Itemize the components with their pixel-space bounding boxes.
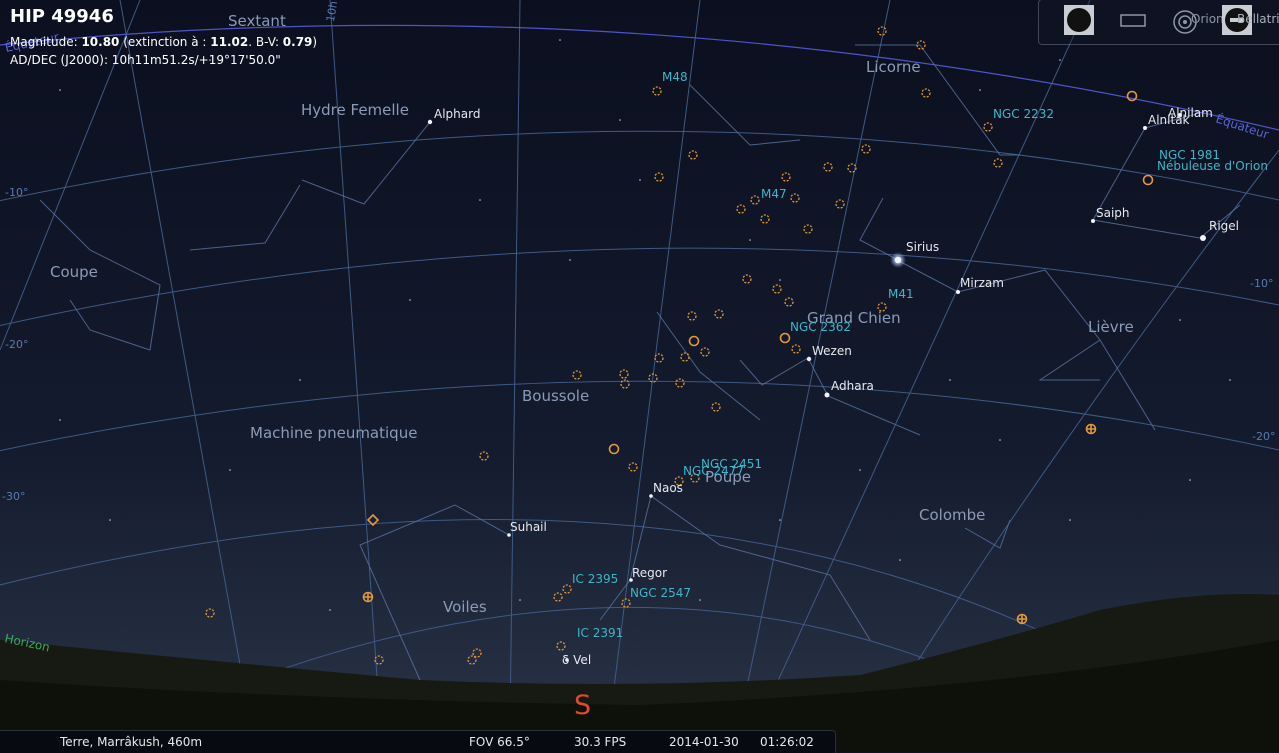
- date-text[interactable]: 2014-01-30: [669, 735, 739, 749]
- constellation-coupe: Coupe: [50, 263, 98, 281]
- sky-view[interactable]: 10h -10° -20° -30° -10° -20° Équateur Éq…: [0, 0, 1279, 752]
- star-adhara: Adhara: [831, 379, 874, 393]
- rectangle-icon: [1120, 14, 1146, 27]
- dso-m48: M48: [662, 70, 688, 84]
- dso-ngc2232: NGC 2232: [993, 107, 1054, 121]
- constellation-colombe: Colombe: [919, 506, 985, 524]
- magnitude-value: 10.80: [81, 35, 120, 49]
- star-delta-vel: δ Vel: [562, 653, 591, 667]
- star-suhail: Suhail: [510, 520, 547, 534]
- top-right-toolbar: Orion Bellatri: [1038, 0, 1279, 45]
- planet-toggle-button[interactable]: [1063, 4, 1095, 36]
- dec-label-left-20: -20°: [5, 338, 28, 351]
- star-wezen: Wezen: [812, 344, 852, 358]
- star-alnitak: Alnitak: [1148, 113, 1190, 127]
- dso-m47: M47: [761, 187, 787, 201]
- ground-toggle-button[interactable]: [1117, 4, 1149, 36]
- star-mirzam: Mirzam: [960, 276, 1004, 290]
- dso-ngc2547: NGC 2547: [630, 586, 691, 600]
- dso-ic2395: IC 2395: [572, 572, 618, 586]
- dso-ngc2362: NGC 2362: [790, 320, 851, 334]
- status-bar: Terre, Marrâkush, 460m FOV 66.5° 30.3 FP…: [0, 730, 836, 753]
- dec-label-left-30: -30°: [2, 490, 25, 503]
- toolbar-label-bellatrix: Bellatri: [1237, 12, 1279, 26]
- fps-text: 30.3 FPS: [574, 735, 627, 749]
- constellation-licorne: Licorne: [866, 58, 921, 76]
- constellation-machine-pneumatique: Machine pneumatique: [250, 424, 417, 442]
- extinction-label: (extinction à :: [119, 35, 211, 49]
- bv-label: . B-V:: [248, 35, 283, 49]
- constellation-lievre: Lièvre: [1088, 318, 1134, 336]
- magnitude-label: Magnitude:: [10, 35, 82, 49]
- toolbar-label-orion: Orion: [1191, 12, 1224, 26]
- dso-orion-nebula: Nébuleuse d'Orion: [1157, 159, 1268, 173]
- star-rigel: Rigel: [1209, 219, 1239, 233]
- location-text[interactable]: Terre, Marrâkush, 460m: [60, 735, 202, 749]
- dark-disc-icon: [1064, 5, 1094, 35]
- star-saiph: Saiph: [1096, 206, 1130, 220]
- star-sirius: Sirius: [906, 240, 939, 254]
- radec-line: AD/DEC (J2000): 10h11m51.2s/+19°17'50.0": [10, 53, 281, 67]
- extinction-value: 11.02: [210, 35, 249, 49]
- object-info-panel: HIP 49946 Magnitude: 10.80 (extinction à…: [10, 6, 317, 69]
- cardinal-south: S: [574, 690, 592, 721]
- magnitude-line: Magnitude: 10.80 (extinction à : 11.02. …: [10, 33, 317, 51]
- star-alphard: Alphard: [434, 107, 480, 121]
- time-text[interactable]: 01:26:02: [760, 735, 814, 749]
- dec-label-right-10: -10°: [1250, 277, 1273, 290]
- constellation-hydre-femelle: Hydre Femelle: [301, 101, 409, 119]
- constellation-boussole: Boussole: [522, 387, 589, 405]
- star-regor: Regor: [632, 566, 667, 580]
- fov-text: FOV 66.5°: [469, 735, 530, 749]
- dec-label-right-20: -20°: [1252, 430, 1275, 443]
- dso-ic2391: IC 2391: [577, 626, 623, 640]
- object-name: HIP 49946: [10, 6, 114, 27]
- dso-ngc2477: NGC 2477: [683, 464, 744, 478]
- dec-label-left-10: -10°: [5, 186, 28, 199]
- star-naos: Naos: [653, 481, 683, 495]
- constellation-voiles: Voiles: [443, 598, 487, 616]
- dso-m41: M41: [888, 287, 914, 301]
- bv-close: ): [312, 35, 318, 49]
- bv-value: 0.79: [282, 35, 313, 49]
